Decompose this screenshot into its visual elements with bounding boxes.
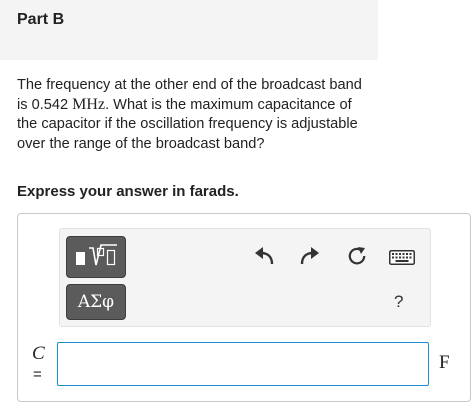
help-button[interactable]: ? bbox=[394, 292, 403, 312]
question-unit: MHz bbox=[72, 96, 106, 114]
question-text: The frequency at the other end of the br… bbox=[17, 76, 362, 154]
equals-sign: = bbox=[33, 366, 42, 383]
math-templates-icon bbox=[76, 244, 117, 266]
answer-variable: C bbox=[32, 343, 45, 364]
symbols-button[interactable]: ΑΣφ bbox=[66, 284, 126, 320]
part-header: Part B bbox=[0, 0, 378, 60]
reset-icon[interactable] bbox=[347, 246, 367, 266]
answer-input[interactable] bbox=[57, 342, 429, 386]
redo-icon[interactable] bbox=[300, 247, 320, 265]
part-title: Part B bbox=[17, 11, 65, 28]
answer-unit: F bbox=[439, 352, 450, 373]
answer-instruction: Express your answer in farads. bbox=[17, 183, 239, 200]
templates-button[interactable] bbox=[66, 236, 126, 278]
undo-icon[interactable] bbox=[254, 247, 274, 265]
keyboard-icon[interactable] bbox=[389, 250, 415, 265]
symbols-label: ΑΣφ bbox=[77, 292, 115, 312]
